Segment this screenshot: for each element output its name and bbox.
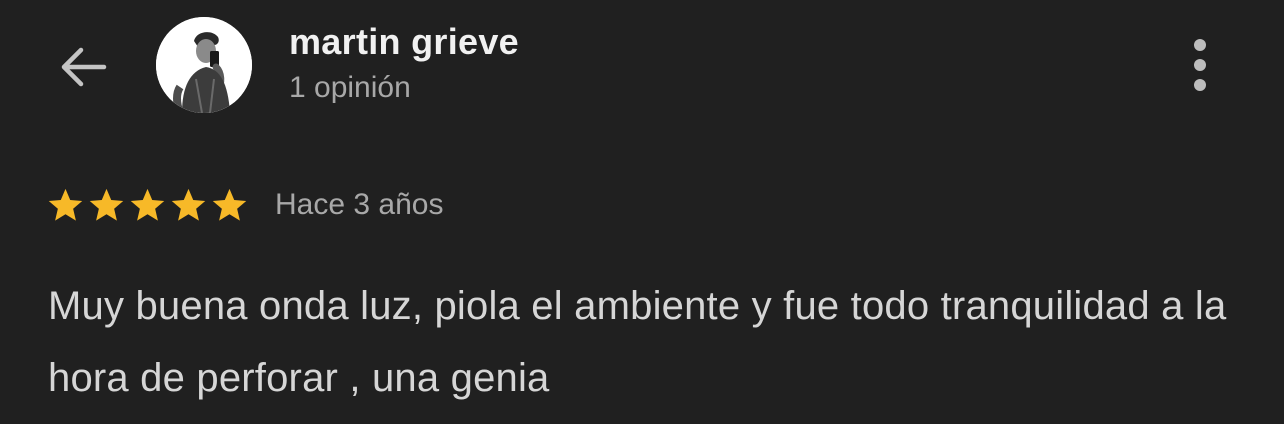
avatar[interactable]	[156, 17, 252, 113]
more-options-button[interactable]	[1176, 34, 1224, 96]
reviewer-header: martin grieve 1 opinión	[289, 20, 519, 110]
review-date: Hace 3 años	[275, 188, 444, 221]
star-icon	[212, 188, 247, 221]
review-text: Muy buena onda luz, piola el ambiente y …	[48, 284, 1227, 400]
avatar-photo	[156, 17, 252, 113]
star-icon	[171, 188, 206, 221]
reviewer-review-count: 1 opinión	[289, 71, 411, 104]
more-vert-icon-dot	[1194, 79, 1206, 91]
star-icon	[48, 188, 83, 221]
star-icon	[130, 188, 165, 221]
arrow-back-icon	[61, 47, 107, 87]
reviewer-name[interactable]: martin grieve	[289, 20, 519, 64]
rating-row: Hace 3 años	[46, 182, 443, 228]
more-vert-icon-dot	[1194, 59, 1206, 71]
back-button[interactable]	[54, 38, 112, 96]
star-rating	[46, 186, 249, 225]
more-vert-icon	[1194, 39, 1206, 51]
star-icon	[89, 188, 124, 221]
